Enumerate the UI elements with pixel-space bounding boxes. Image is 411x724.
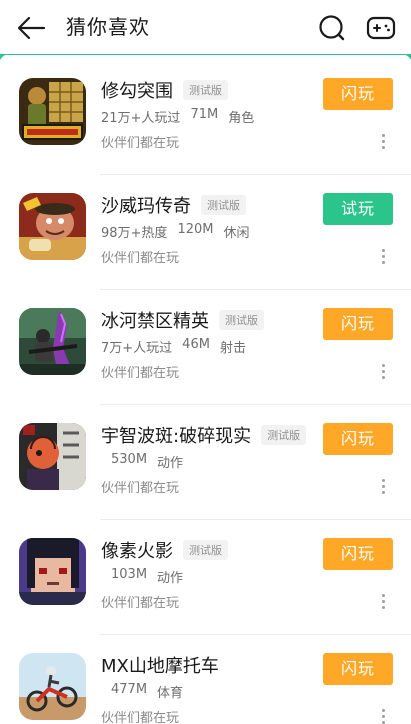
more-options-button[interactable] [374, 705, 392, 724]
gamepad-icon [366, 16, 396, 40]
list-item[interactable]: MX山地摩托车 477M 体育 伙伴们都在玩 闪玩 [0, 635, 411, 724]
game-name: 修勾突围 [101, 81, 173, 102]
list-item[interactable]: 宇智波斑:破碎现实 测试版 530M 动作 伙伴们都在玩 闪玩 [0, 405, 411, 520]
game-icon-uchiha-madara[interactable] [19, 423, 86, 490]
search-button[interactable] [316, 12, 348, 44]
trial-play-button[interactable]: 试玩 [323, 193, 393, 225]
back-button[interactable] [14, 12, 48, 44]
beta-tag: 测试版 [219, 310, 264, 330]
category: 动作 [157, 571, 184, 586]
popularity: 98万+热度 [101, 226, 168, 241]
game-name: 宇智波斑:破碎现实 [101, 426, 252, 447]
more-dots-icon [381, 708, 385, 712]
game-meta: 530M 动作 [111, 452, 183, 471]
more-dots-icon [381, 478, 385, 482]
name-row: 修勾突围 测试版 [101, 76, 228, 104]
flash-play-button[interactable]: 闪玩 [323, 538, 393, 570]
more-options-button[interactable] [374, 245, 392, 267]
game-subtitle: 伙伴们都在玩 [101, 136, 180, 151]
more-dots-icon [381, 593, 385, 597]
game-icon-dog-breakout[interactable] [19, 78, 86, 145]
game-icon-glacier-elite[interactable] [19, 308, 86, 375]
search-icon [319, 15, 345, 41]
name-row: 像素火影 测试版 [101, 536, 228, 564]
category: 射击 [219, 341, 246, 356]
flash-play-button[interactable]: 闪玩 [323, 423, 393, 455]
game-name: 冰河禁区精英 [101, 311, 209, 332]
game-subtitle: 伙伴们都在玩 [101, 711, 180, 724]
game-subtitle: 伙伴们都在玩 [101, 481, 180, 496]
more-dots-icon [381, 363, 385, 367]
play-count: 21万+人玩过 [101, 111, 181, 126]
file-size: 46M [182, 337, 210, 352]
more-dots-icon [381, 248, 385, 252]
flash-play-button[interactable]: 闪玩 [323, 78, 393, 110]
game-list: 修勾突围 测试版 21万+人玩过 71M 角色 伙伴们都在玩 闪玩 沙威玛传奇 … [0, 60, 411, 724]
category: 动作 [157, 456, 184, 471]
file-size: 530M [111, 452, 148, 467]
beta-tag: 测试版 [183, 80, 228, 100]
game-subtitle: 伙伴们都在玩 [101, 251, 180, 266]
game-icon-shawarma-legend[interactable] [19, 193, 86, 260]
game-icon-pixel-naruto[interactable] [19, 538, 86, 605]
game-subtitle: 伙伴们都在玩 [101, 596, 180, 611]
flash-play-button[interactable]: 闪玩 [323, 653, 393, 685]
list-item[interactable]: 沙威玛传奇 测试版 98万+热度 120M 休闲 伙伴们都在玩 试玩 [0, 175, 411, 290]
file-size: 103M [111, 567, 148, 582]
beta-tag: 测试版 [201, 195, 246, 215]
game-icon-mx-mountain-bike[interactable] [19, 653, 86, 720]
category: 休闲 [223, 226, 250, 241]
more-options-button[interactable] [374, 475, 392, 497]
beta-tag: 测试版 [183, 540, 228, 560]
game-meta: 477M 体育 [111, 682, 183, 701]
game-meta: 21万+人玩过 71M 角色 [101, 107, 254, 126]
more-options-button[interactable] [374, 590, 392, 612]
play-count: 7万+人玩过 [101, 341, 173, 356]
name-row: 宇智波斑:破碎现实 测试版 [101, 421, 307, 449]
game-name: 像素火影 [101, 541, 173, 562]
more-options-button[interactable] [374, 130, 392, 152]
name-row: MX山地摩托车 [101, 651, 219, 679]
name-row: 沙威玛传奇 测试版 [101, 191, 246, 219]
game-meta: 7万+人玩过 46M 射击 [101, 337, 246, 356]
arrow-left-icon [17, 16, 46, 40]
page-title: 猜你喜欢 [66, 15, 150, 39]
list-item[interactable]: 修勾突围 测试版 21万+人玩过 71M 角色 伙伴们都在玩 闪玩 [0, 60, 411, 175]
file-size: 477M [111, 682, 148, 697]
game-name: MX山地摩托车 [101, 656, 219, 677]
list-item[interactable]: 冰河禁区精英 测试版 7万+人玩过 46M 射击 伙伴们都在玩 闪玩 [0, 290, 411, 405]
top-bar: 猜你喜欢 [0, 0, 411, 56]
more-dots-icon [381, 133, 385, 137]
game-name: 沙威玛传奇 [101, 196, 191, 217]
flash-play-button[interactable]: 闪玩 [323, 308, 393, 340]
name-row: 冰河禁区精英 测试版 [101, 306, 264, 334]
game-subtitle: 伙伴们都在玩 [101, 366, 180, 381]
more-options-button[interactable] [374, 360, 392, 382]
file-size: 120M [177, 222, 214, 237]
game-center-button[interactable] [364, 12, 398, 44]
list-item[interactable]: 像素火影 测试版 103M 动作 伙伴们都在玩 闪玩 [0, 520, 411, 635]
game-meta: 98万+热度 120M 休闲 [101, 222, 249, 241]
category: 角色 [228, 111, 255, 126]
game-meta: 103M 动作 [111, 567, 183, 586]
category: 体育 [157, 686, 184, 701]
file-size: 71M [190, 107, 219, 122]
beta-tag: 测试版 [261, 425, 307, 445]
